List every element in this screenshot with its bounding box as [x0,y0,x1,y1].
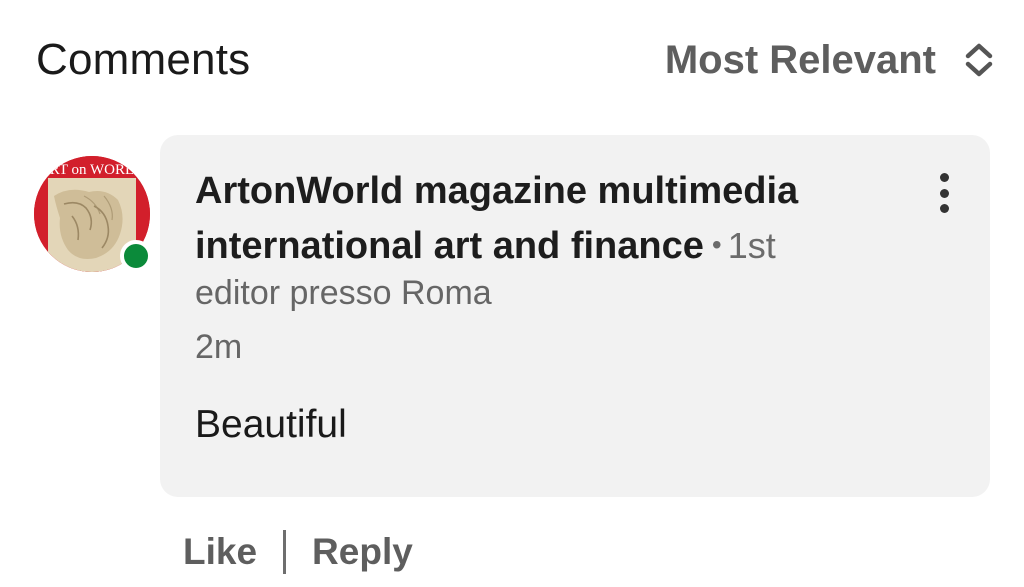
reply-button[interactable]: Reply [312,531,413,573]
connection-degree: 1st [727,225,776,266]
menu-dot [939,204,949,213]
sort-dropdown[interactable]: Most Relevant [665,38,994,83]
comment-author-line: ArtonWorld magazine multimedia internati… [195,165,895,273]
menu-dot [939,188,949,198]
degree-separator: • [711,229,722,260]
comment-text: Beautiful [195,403,347,446]
author-headline: editor presso Roma [195,274,492,312]
avatar-logo-text: ART on WORLD [39,162,145,178]
unfold-icon [964,42,994,78]
like-button[interactable]: Like [183,531,257,573]
sort-label: Most Relevant [664,37,936,82]
comment-actions: Like Reply [183,530,413,574]
comment-timestamp: 2m [195,328,243,366]
more-vertical-icon[interactable] [934,173,954,213]
menu-dot [939,173,949,182]
comments-title: Comments [36,35,251,84]
author-avatar[interactable]: ART on WORLD [34,156,152,272]
comment-author-name[interactable]: ArtonWorld magazine multimedia internati… [195,170,798,267]
comments-header: Comments Most Relevant [36,28,994,92]
comment-bubble: ArtonWorld magazine multimedia internati… [160,135,990,497]
online-status-dot [120,240,152,272]
action-divider [283,530,287,574]
